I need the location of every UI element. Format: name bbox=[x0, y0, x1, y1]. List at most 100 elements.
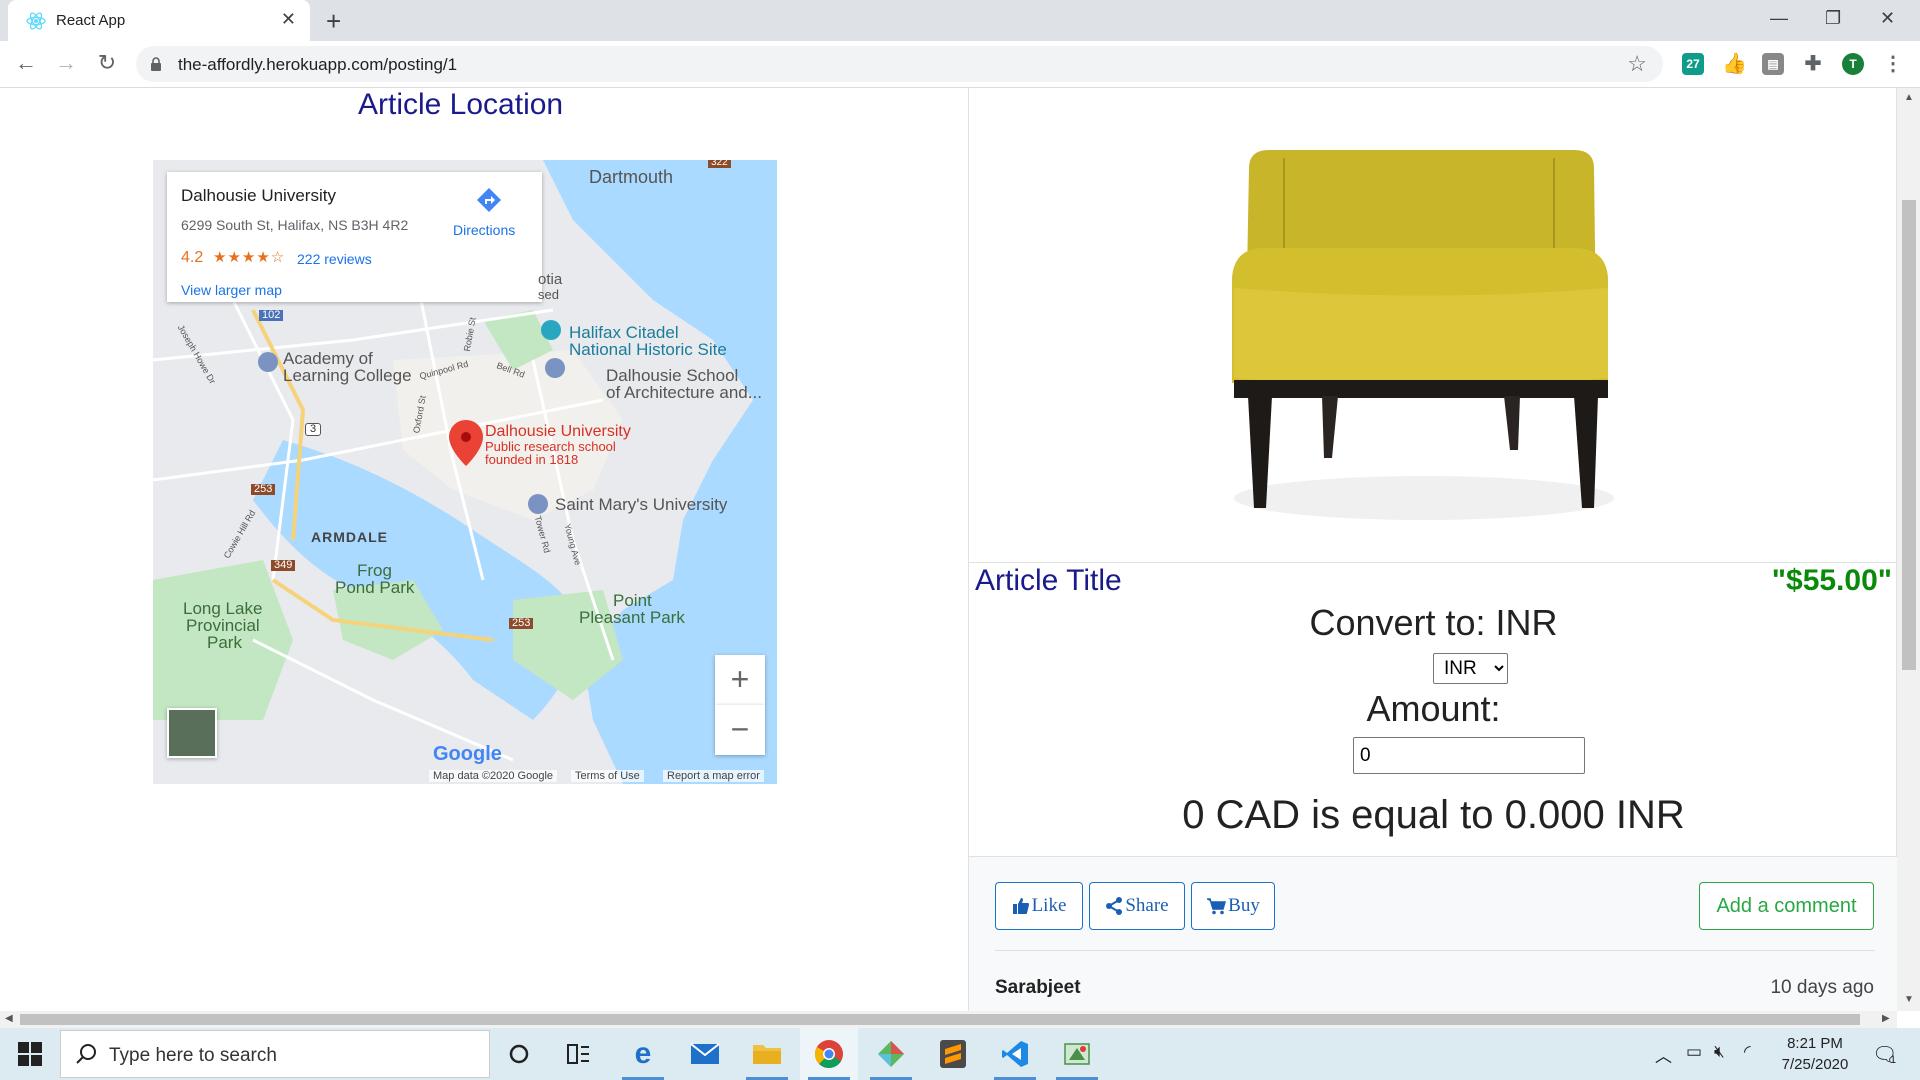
scroll-right-icon[interactable]: ▶ bbox=[1882, 1013, 1890, 1024]
place-name: Dalhousie University bbox=[181, 186, 336, 205]
horizontal-scroll-thumb[interactable] bbox=[20, 1014, 1860, 1025]
restore-icon[interactable]: ❐ bbox=[1825, 8, 1841, 29]
article-image bbox=[1232, 150, 1614, 520]
url-text: the-affordly.herokuapp.com/posting/1 bbox=[178, 55, 458, 74]
git-app-icon[interactable] bbox=[862, 1028, 920, 1080]
extension-icon[interactable]: ▤ bbox=[1762, 53, 1784, 75]
mail-app-icon[interactable] bbox=[676, 1028, 734, 1080]
clock-date: 7/25/2020 bbox=[1781, 1056, 1849, 1073]
like-button[interactable]: Like bbox=[995, 882, 1083, 930]
edge-glyph-icon: e bbox=[634, 1037, 652, 1070]
zoom-in-button[interactable]: + bbox=[715, 655, 765, 705]
buy-button[interactable]: Buy bbox=[1191, 882, 1275, 930]
start-button[interactable] bbox=[0, 1028, 60, 1080]
reload-icon[interactable]: ↻ bbox=[93, 50, 121, 76]
route-349-shield: 349 bbox=[271, 560, 296, 571]
add-comment-button[interactable]: Add a comment bbox=[1699, 882, 1874, 930]
zoom-out-button[interactable]: − bbox=[715, 705, 765, 755]
scroll-up-icon[interactable]: ▲ bbox=[1904, 92, 1914, 103]
map-label-smu: Saint Mary's University bbox=[555, 495, 728, 514]
map-label-citadel: Halifax Citadel bbox=[569, 323, 679, 342]
scroll-down-icon[interactable]: ▼ bbox=[1904, 994, 1914, 1005]
map-label-sed: sed bbox=[538, 287, 559, 302]
actions-footer bbox=[969, 857, 1898, 1011]
bookmark-star-icon[interactable]: ☆ bbox=[1627, 51, 1647, 77]
report-map-error-link[interactable]: Report a map error bbox=[663, 770, 764, 782]
article-title: Article Title bbox=[975, 564, 1122, 597]
comment-author: Sarabjeet bbox=[995, 977, 1081, 998]
currency-select[interactable]: INR bbox=[1433, 653, 1508, 684]
map-label-dal-school: Dalhousie School bbox=[606, 366, 739, 385]
cortana-icon[interactable] bbox=[490, 1028, 548, 1080]
share-icon bbox=[1106, 897, 1123, 915]
route-253b-shield: 253 bbox=[509, 618, 534, 629]
window-close-icon[interactable]: ✕ bbox=[1880, 8, 1895, 29]
scroll-left-icon[interactable]: ◀ bbox=[5, 1013, 13, 1024]
map-label-long-lake: Long Lake bbox=[183, 599, 263, 618]
vscode-app-icon[interactable] bbox=[986, 1028, 1044, 1080]
chrome-app-icon[interactable] bbox=[800, 1028, 858, 1080]
menu-kebab-icon[interactable]: ⋮ bbox=[1882, 53, 1904, 75]
task-view-icon[interactable] bbox=[550, 1028, 608, 1080]
minimize-icon[interactable]: — bbox=[1770, 8, 1788, 29]
notification-count-badge: 1 bbox=[1890, 1054, 1897, 1066]
envelope-icon bbox=[690, 1043, 720, 1064]
paint-app-icon[interactable] bbox=[1048, 1028, 1106, 1080]
directions-link[interactable]: Directions bbox=[453, 222, 515, 238]
share-button[interactable]: Share bbox=[1089, 882, 1185, 930]
system-clock[interactable]: 8:21 PM 7/25/2020 bbox=[1770, 1033, 1860, 1075]
google-map[interactable]: Dalhousie University 6299 South St, Hali… bbox=[153, 160, 777, 784]
directions-icon[interactable] bbox=[475, 186, 503, 214]
reviews-link[interactable]: 222 reviews bbox=[297, 251, 372, 267]
react-icon bbox=[26, 12, 46, 30]
chrome-logo-icon bbox=[815, 1040, 843, 1069]
puzzle-extensions-icon[interactable]: ✚ bbox=[1802, 53, 1824, 75]
show-hidden-icons-chevron-icon[interactable]: ︿ bbox=[1655, 1042, 1672, 1067]
forward-icon[interactable]: → bbox=[52, 50, 80, 76]
battery-icon[interactable]: ▭ bbox=[1686, 1042, 1702, 1062]
article-price: "$55.00" bbox=[1771, 564, 1892, 597]
windows-logo-icon bbox=[18, 1042, 42, 1066]
search-icon bbox=[76, 1044, 96, 1064]
new-tab-icon[interactable]: + bbox=[326, 6, 341, 37]
address-bar[interactable]: the-affordly.herokuapp.com/posting/1 ☆ bbox=[136, 46, 1663, 82]
convert-to-label: Convert to: INR bbox=[1309, 602, 1558, 643]
conversion-result: 0 CAD is equal to 0.000 INR bbox=[1182, 793, 1685, 837]
map-label-dal-pin: Dalhousie University Public research sch… bbox=[485, 424, 631, 467]
file-explorer-icon[interactable] bbox=[738, 1028, 796, 1080]
amount-input[interactable] bbox=[1353, 737, 1585, 774]
divider bbox=[995, 950, 1875, 951]
close-tab-icon[interactable]: ✕ bbox=[281, 9, 296, 30]
tab-title: React App bbox=[56, 12, 126, 29]
vertical-scrollbar[interactable]: ▲ ▼ bbox=[1897, 88, 1920, 1011]
view-larger-map-link[interactable]: View larger map bbox=[181, 282, 282, 298]
map-label-frog-pond-2: Pond Park bbox=[335, 578, 415, 597]
taskbar-search[interactable]: Type here to search bbox=[60, 1030, 490, 1078]
vertical-scroll-thumb[interactable] bbox=[1902, 200, 1916, 670]
divider bbox=[969, 562, 1898, 563]
map-label-long-lake-2: Provincial bbox=[186, 616, 260, 635]
like-label: Like bbox=[1031, 895, 1067, 916]
map-label-point-pleasant-2: Pleasant Park bbox=[579, 608, 685, 627]
map-footer: Map data ©2020 Google Terms of Use Repor… bbox=[153, 770, 777, 784]
browser-tab[interactable]: React App ✕ bbox=[8, 0, 310, 41]
thumbs-up-extension-icon[interactable]: 👍 bbox=[1722, 53, 1747, 75]
terms-of-use-link[interactable]: Terms of Use bbox=[571, 770, 644, 782]
task-view-glyph-icon bbox=[567, 1044, 589, 1064]
browser-toolbar: ← → ↻ the-affordly.herokuapp.com/posting… bbox=[0, 41, 1920, 88]
diamond-app-icon bbox=[878, 1041, 904, 1067]
horizontal-scrollbar[interactable]: ◀ ▶ bbox=[0, 1011, 1897, 1028]
satellite-view-toggle[interactable] bbox=[167, 708, 217, 758]
rating-stars-icon: ★★★★☆ bbox=[213, 249, 286, 266]
map-label-otia: otia bbox=[538, 271, 563, 288]
route-102-shield: 102 bbox=[259, 310, 284, 321]
route-3-shield: 3 bbox=[305, 423, 322, 436]
calendar-extension-icon[interactable]: 27 bbox=[1682, 53, 1704, 75]
profile-avatar[interactable]: T bbox=[1842, 53, 1864, 75]
wifi-icon[interactable]: ◜ bbox=[1744, 1042, 1751, 1062]
sublime-app-icon[interactable] bbox=[924, 1028, 982, 1080]
back-icon[interactable]: ← bbox=[12, 50, 40, 76]
edge-app-icon[interactable]: e bbox=[614, 1028, 672, 1080]
place-info-card: Dalhousie University 6299 South St, Hali… bbox=[167, 172, 542, 302]
volume-muted-icon[interactable]: 🔇︎ bbox=[1714, 1042, 1725, 1062]
